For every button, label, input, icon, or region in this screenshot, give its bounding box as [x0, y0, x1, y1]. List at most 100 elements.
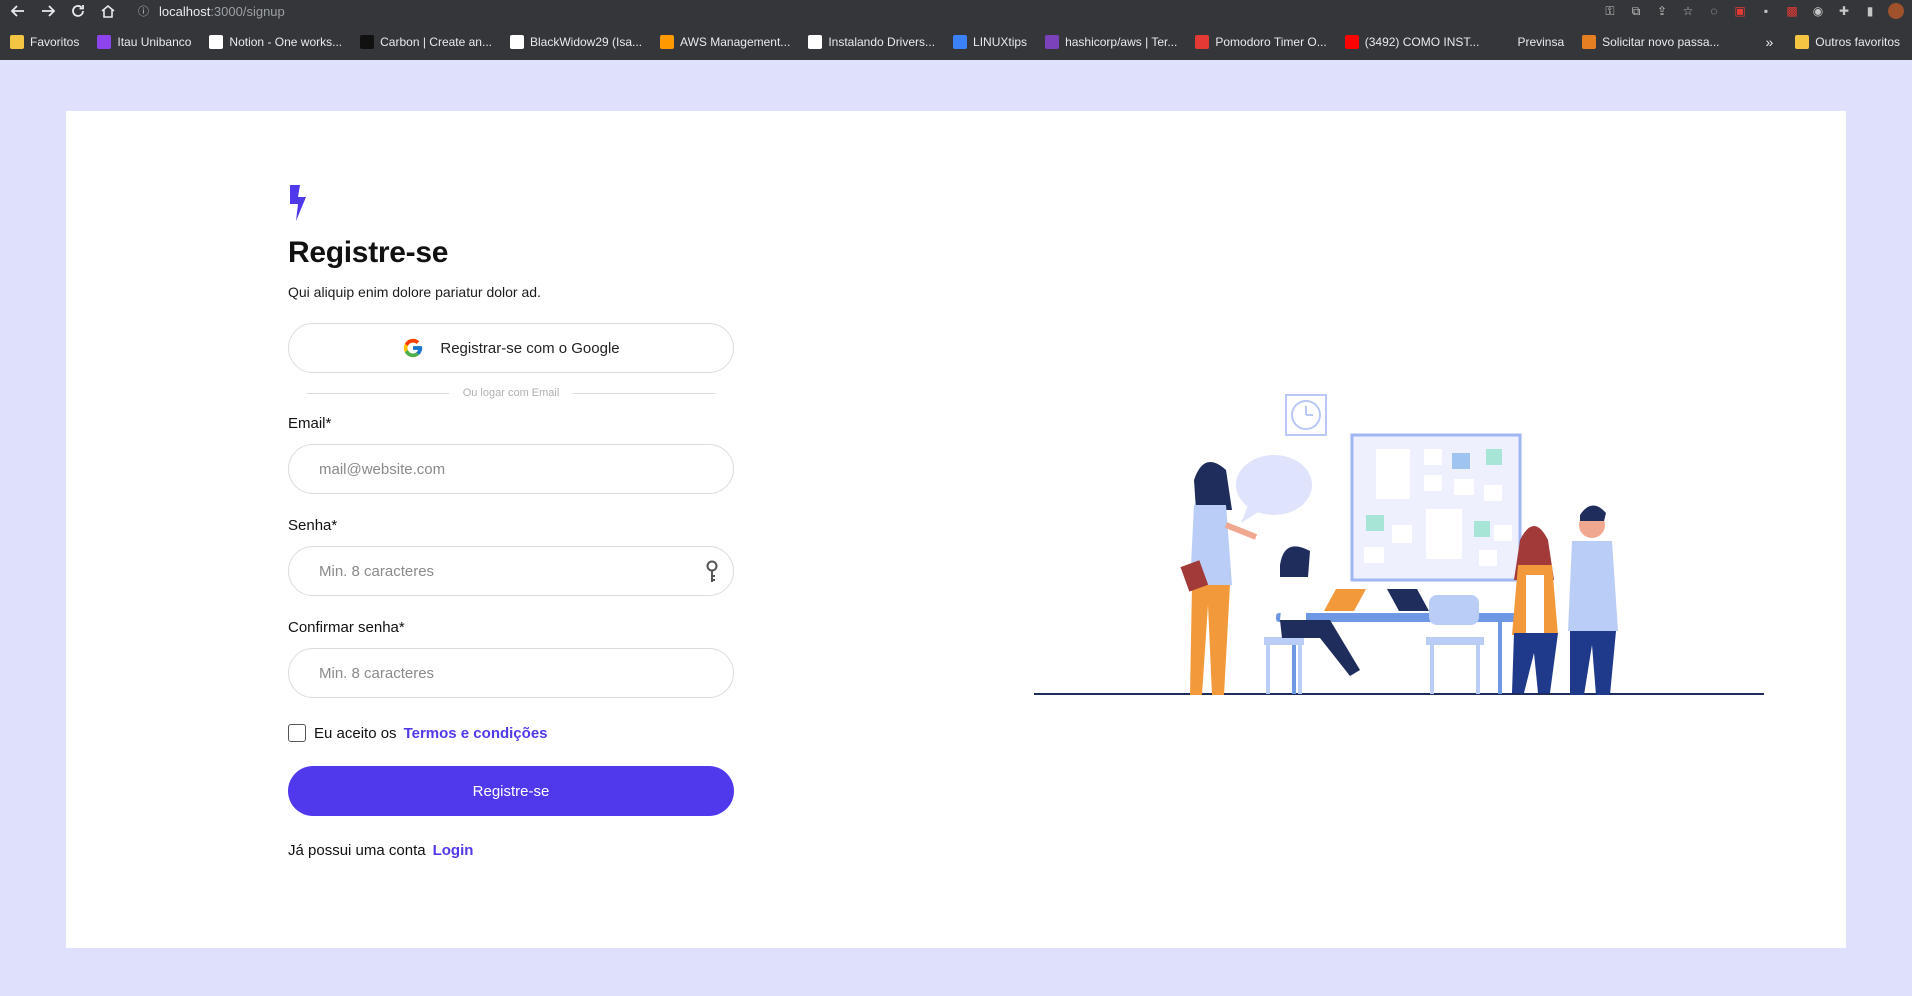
email-field[interactable]: [289, 445, 733, 493]
bookmarks-overflow: » Outros favoritos: [1766, 30, 1901, 54]
signup-submit-button[interactable]: Registre-se: [288, 766, 734, 816]
github-icon: [509, 35, 524, 49]
itau-icon: [97, 35, 112, 49]
extension-gray-icon[interactable]: ◌: [1706, 3, 1722, 19]
home-icon: [101, 4, 115, 18]
address-bar-row: ⓘ localhost:3000/signup ⚿ ⧉ ⇪ ☆ ◌ ▣ ▪ ▩ …: [0, 0, 1912, 22]
bookmark-item[interactable]: Notion - One works...: [209, 32, 342, 52]
home-button[interactable]: [96, 0, 120, 22]
tux-icon: [808, 35, 823, 49]
office-team-illustration: [1034, 394, 1764, 695]
bookmark-label: AWS Management...: [680, 35, 791, 49]
bookmark-item[interactable]: AWS Management...: [660, 32, 790, 52]
bookmark-label: Solicitar novo passa...: [1602, 35, 1720, 49]
google-button-label: Registrar-se com o Google: [440, 339, 620, 357]
bookmark-item[interactable]: Carbon | Create an...: [360, 32, 492, 52]
bookmark-label: Previnsa: [1517, 35, 1565, 49]
reload-icon: [72, 5, 84, 17]
confirm-password-field[interactable]: [289, 649, 733, 697]
page-subtitle: Qui aliquip enim dolore pariatur dolor a…: [288, 284, 541, 300]
sidepanel-icon[interactable]: ▮: [1862, 3, 1878, 19]
url-path: :3000/signup: [210, 3, 285, 19]
signup-card: Registre-se Qui aliquip enim dolore pari…: [66, 111, 1846, 948]
email-label: Email*: [288, 415, 332, 432]
url-host: localhost: [159, 3, 211, 19]
bookmark-item[interactable]: Instalando Drivers...: [808, 32, 935, 52]
folder-icon: [1795, 35, 1810, 49]
bookmark-label: LINUXtips: [973, 35, 1028, 49]
extension-dark-icon[interactable]: ▪: [1758, 3, 1774, 19]
bookmark-label: Pomodoro Timer O...: [1215, 35, 1327, 49]
divider-line-right: [573, 392, 716, 394]
youtube-icon: [1344, 35, 1359, 49]
signup-form: Registre-se Qui aliquip enim dolore pari…: [288, 185, 734, 859]
reload-button[interactable]: [66, 0, 90, 22]
password-label: Senha*: [288, 517, 338, 534]
star-icon[interactable]: ☆: [1680, 3, 1696, 19]
blank-icon: [1497, 35, 1512, 49]
google-signup-button[interactable]: Registrar-se com o Google: [288, 323, 734, 373]
bookmark-item[interactable]: Solicitar novo passa...: [1582, 32, 1720, 52]
back-arrow-icon: [10, 5, 24, 17]
terms-row: Eu aceito os Termos e condições: [288, 724, 734, 742]
key-icon[interactable]: [705, 560, 719, 584]
bookmark-label: Favoritos: [30, 35, 80, 49]
forward-arrow-icon: [42, 5, 56, 17]
forward-button[interactable]: [36, 0, 60, 22]
bookmark-item[interactable]: hashicorp/aws | Ter...: [1045, 32, 1177, 52]
bookmark-item[interactable]: Pomodoro Timer O...: [1195, 32, 1327, 52]
puzzle-icon[interactable]: ✚: [1836, 3, 1852, 19]
login-prefix: Já possui uma conta: [288, 842, 426, 859]
bookmarks-bar: Favoritos Itau Unibanco Notion - One works…: [0, 30, 1912, 54]
extension-circle-icon[interactable]: ◉: [1810, 3, 1826, 19]
bookmark-label: Notion - One works...: [229, 35, 343, 49]
bookmark-item[interactable]: LINUXtips: [953, 32, 1027, 52]
brand-logo-icon: [290, 185, 306, 221]
terraform-icon: [1045, 35, 1060, 49]
login-link[interactable]: Login: [433, 842, 474, 859]
browser-chrome: ⓘ localhost:3000/signup ⚿ ⧉ ⇪ ☆ ◌ ▣ ▪ ▩ …: [0, 0, 1912, 60]
google-icon: [404, 338, 423, 358]
terms-prefix: Eu aceito os: [314, 724, 397, 742]
bookmark-label: Instalando Drivers...: [828, 35, 936, 49]
password-field-wrapper: [288, 546, 734, 596]
bookmark-label: Itau Unibanco: [117, 35, 192, 49]
bookmark-label: (3492) COMO INST...: [1364, 35, 1480, 49]
email-field-wrapper: [288, 444, 734, 494]
gear-orange-icon: [1582, 35, 1597, 49]
more-bookmarks-button[interactable]: »: [1766, 34, 1774, 50]
terms-checkbox[interactable]: [288, 724, 306, 742]
aws-icon: [660, 35, 675, 49]
bookmark-label: hashicorp/aws | Ter...: [1065, 35, 1178, 49]
extensions-area: ⚿ ⧉ ⇪ ☆ ◌ ▣ ▪ ▩ ◉ ✚ ▮: [1602, 0, 1904, 22]
bookmark-label: BlackWidow29 (Isa...: [529, 35, 643, 49]
login-row: Já possui uma conta Login: [288, 842, 734, 859]
folder-icon: [10, 35, 24, 49]
url-field[interactable]: ⓘ localhost:3000/signup: [138, 0, 285, 22]
back-button[interactable]: [6, 0, 30, 22]
linuxtips-icon: [953, 35, 968, 49]
confirm-password-label: Confirmar senha*: [288, 619, 405, 636]
bookmark-label: Carbon | Create an...: [380, 35, 492, 49]
pomodoro-icon: [1195, 35, 1210, 49]
bookmark-item[interactable]: Previnsa: [1497, 32, 1564, 52]
terms-link[interactable]: Termos e condições: [404, 725, 548, 742]
bookmark-item[interactable]: Favoritos: [10, 32, 79, 52]
bookmark-item[interactable]: (3492) COMO INST...: [1344, 32, 1480, 52]
bookmark-item[interactable]: Itau Unibanco: [97, 32, 191, 52]
info-icon[interactable]: ⓘ: [138, 3, 149, 19]
share-icon[interactable]: ⇪: [1654, 3, 1670, 19]
extension-red-icon[interactable]: ▣: [1732, 3, 1748, 19]
confirm-password-wrapper: [288, 648, 734, 698]
profile-avatar-icon[interactable]: [1888, 3, 1904, 19]
notion-icon: [209, 35, 224, 49]
translate-icon[interactable]: ⧉: [1628, 3, 1644, 19]
divider-text: Ou logar com Email: [462, 387, 560, 399]
divider-line-left: [306, 392, 449, 394]
bookmark-item[interactable]: BlackWidow29 (Isa...: [509, 32, 643, 52]
password-field[interactable]: [289, 547, 733, 595]
carbon-icon: [360, 35, 375, 49]
other-favorites[interactable]: Outros favoritos: [1815, 35, 1900, 49]
key-icon[interactable]: ⚿: [1602, 3, 1618, 19]
extension-red2-icon[interactable]: ▩: [1784, 3, 1800, 19]
